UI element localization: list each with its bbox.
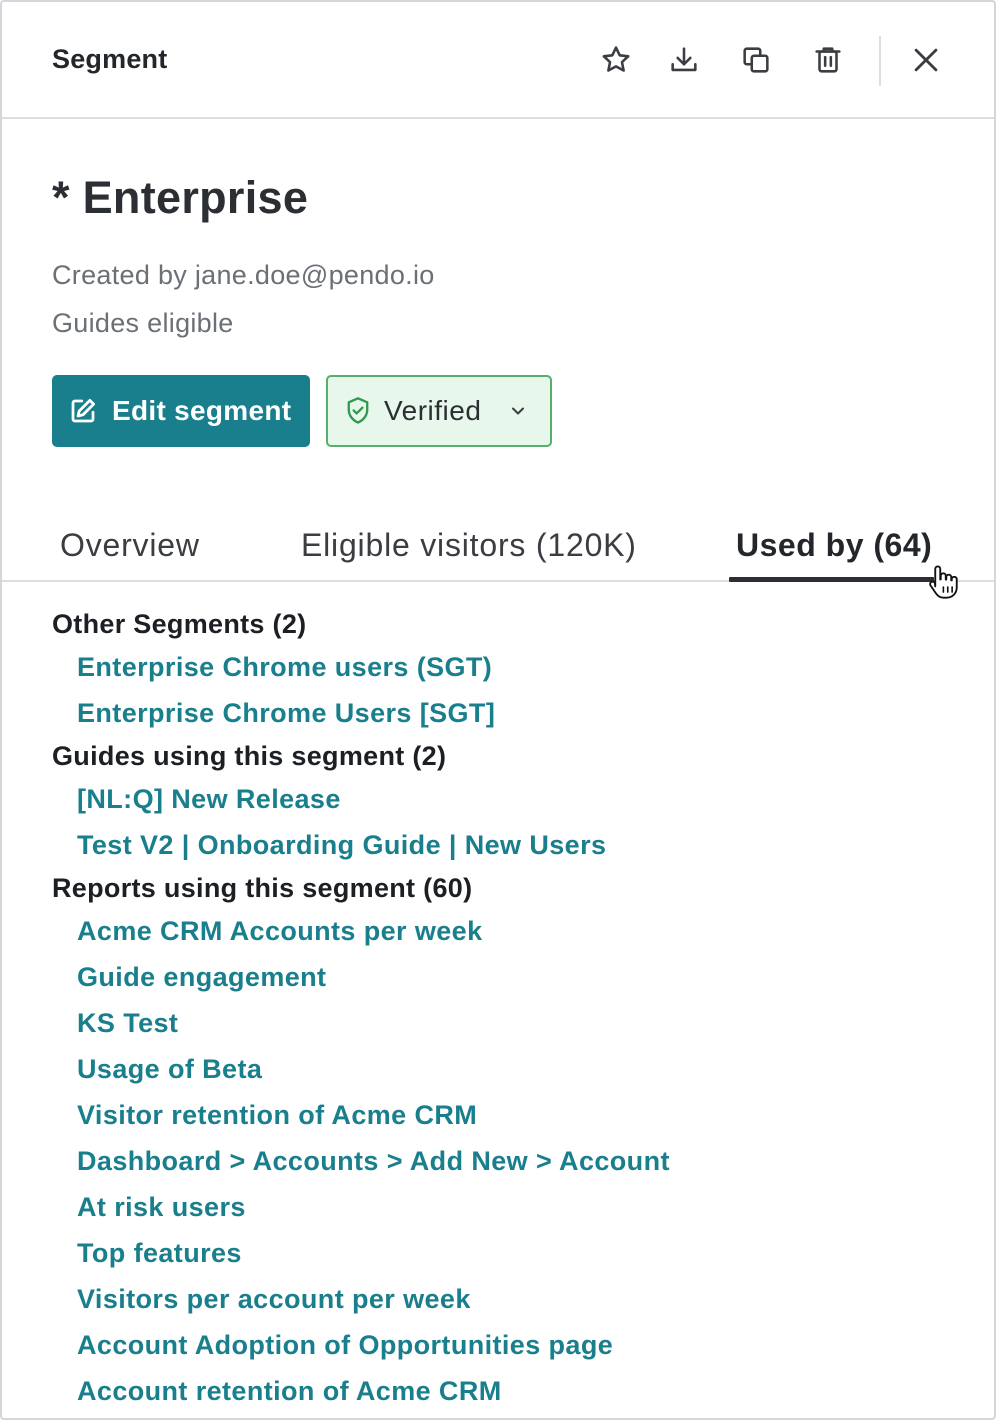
guides-heading: Guides using this segment (2)	[52, 741, 447, 771]
shield-check-icon	[344, 396, 372, 426]
guide-link[interactable]: Test V2 | Onboarding Guide | New Users	[77, 830, 606, 861]
report-link[interactable]: Acme CRM Accounts per week	[77, 916, 483, 947]
report-link[interactable]: Top features	[77, 1238, 242, 1269]
panel-header: Segment	[2, 2, 994, 119]
guide-link[interactable]: [NL:Q] New Release	[77, 784, 341, 815]
segment-link[interactable]: Enterprise Chrome Users [SGT]	[77, 698, 495, 729]
report-link[interactable]: KS Test	[77, 1008, 178, 1039]
segment-name: * Enterprise	[52, 172, 309, 223]
report-link[interactable]: Guide engagement	[77, 962, 326, 993]
verified-label: Verified	[384, 395, 482, 426]
verified-dropdown[interactable]: Verified	[326, 375, 552, 447]
edit-icon	[68, 396, 98, 426]
download-icon[interactable]	[664, 40, 704, 80]
segment-link[interactable]: Enterprise Chrome users (SGT)	[77, 652, 492, 683]
trash-icon[interactable]	[808, 40, 848, 80]
active-tab-indicator	[729, 577, 934, 582]
panel-title: Segment	[52, 44, 168, 74]
report-link[interactable]: Visitors per account per week	[77, 1284, 471, 1315]
edit-segment-button[interactable]: Edit segment	[52, 375, 310, 447]
chevron-down-icon	[508, 401, 528, 421]
tab-eligible-visitors[interactable]: Eligible visitors (120K)	[301, 527, 637, 564]
report-link[interactable]: Usage of Beta	[77, 1054, 262, 1085]
tab-overview[interactable]: Overview	[60, 527, 200, 564]
close-icon[interactable]	[906, 40, 946, 80]
copy-icon[interactable]	[736, 40, 776, 80]
report-link[interactable]: Account Adoption of Opportunities page	[77, 1330, 613, 1361]
created-by-text: Created by jane.doe@pendo.io	[52, 260, 435, 290]
report-link[interactable]: Account retention of Acme CRM	[77, 1376, 502, 1407]
other-segments-heading: Other Segments (2)	[52, 609, 307, 639]
report-link[interactable]: Dashboard > Accounts > Add New > Account	[77, 1146, 670, 1177]
segment-panel: Segment * Enterprise Created by jane.doe…	[0, 0, 996, 1420]
report-link[interactable]: Visitor retention of Acme CRM	[77, 1100, 477, 1131]
edit-segment-label: Edit segment	[112, 395, 292, 426]
star-icon[interactable]	[596, 40, 636, 80]
report-link[interactable]: At risk users	[77, 1192, 246, 1223]
hand-cursor-icon	[929, 565, 958, 599]
reports-heading: Reports using this segment (60)	[52, 873, 473, 903]
eligibility-text: Guides eligible	[52, 308, 234, 338]
header-divider	[879, 36, 881, 86]
tab-used-by[interactable]: Used by (64)	[736, 527, 932, 564]
